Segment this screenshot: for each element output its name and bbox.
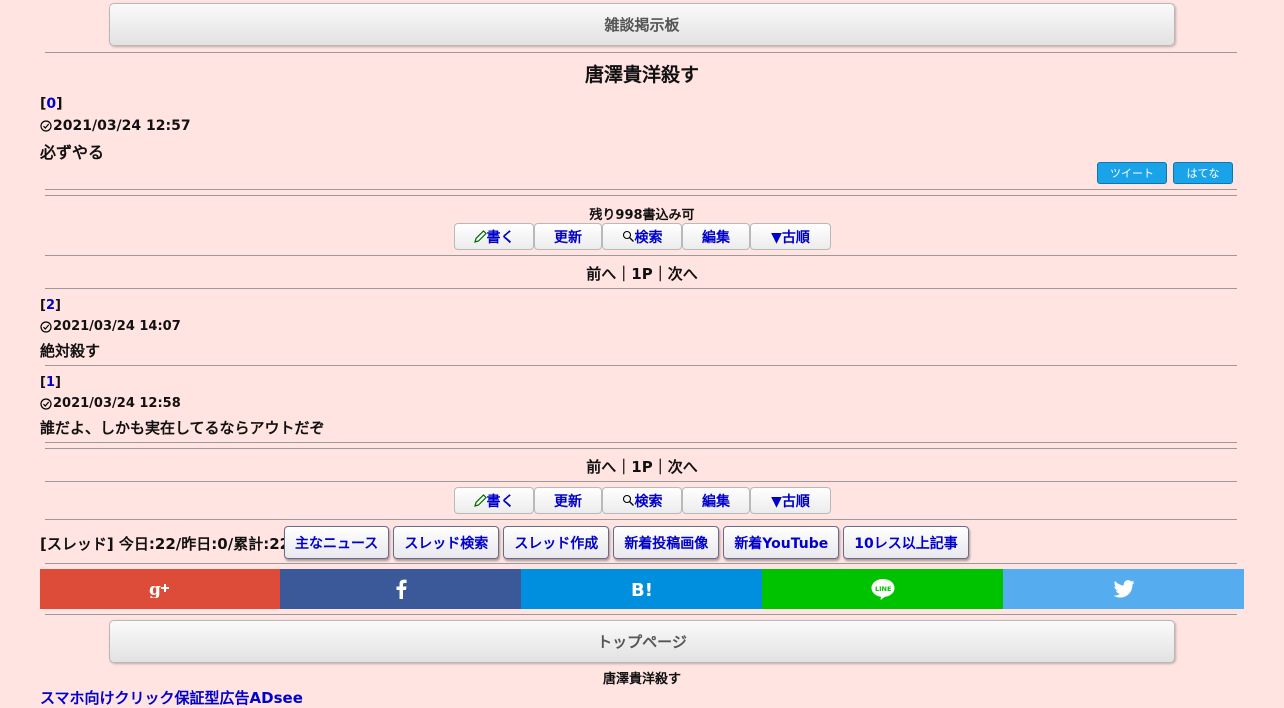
op-number-link[interactable]: 0	[46, 96, 56, 112]
new-images-button[interactable]: 新着投稿画像	[613, 526, 720, 559]
divider	[45, 614, 1237, 615]
divider	[45, 255, 1237, 256]
divider	[45, 288, 1237, 289]
write-button[interactable]: 書く	[454, 223, 534, 250]
write-button[interactable]: 書く	[454, 487, 534, 514]
divider	[45, 195, 1237, 196]
pencil-icon	[473, 494, 487, 507]
op-date-text: 2021/03/24 12:57	[53, 118, 191, 134]
pager-bottom[interactable]: 前へ｜1P｜次へ	[0, 456, 1284, 477]
top-page-label: トップページ	[597, 633, 687, 651]
create-thread-button[interactable]: スレッド作成	[503, 526, 610, 559]
divider	[45, 189, 1237, 190]
post-date: 2021/03/24 12:58	[40, 396, 181, 411]
nav-buttons: 主なニュース スレッド検索 スレッド作成 新着投稿画像 新着YouTube 10…	[284, 526, 973, 559]
main-news-button[interactable]: 主なニュース	[284, 526, 390, 559]
refresh-button[interactable]: 更新	[534, 223, 602, 250]
hatena-bookmark-icon: B!	[631, 580, 653, 599]
search-icon	[622, 230, 634, 242]
remaining-posts: 残り998書込み可	[589, 208, 695, 223]
hatena-bookmark-share-button[interactable]: B!	[521, 569, 762, 609]
clock-icon	[40, 320, 52, 333]
divider	[45, 481, 1237, 482]
line-share-button[interactable]: LINE	[762, 569, 1003, 609]
sort-order-button[interactable]: ▼古順	[750, 487, 831, 514]
facebook-share-button[interactable]	[280, 569, 521, 609]
edit-button[interactable]: 編集	[682, 223, 750, 250]
post-body: 絶対殺す	[40, 342, 101, 360]
footer-thread-title: 唐澤貴洋殺す	[602, 672, 681, 687]
post-number-link[interactable]: 1	[46, 375, 55, 390]
tweet-button[interactable]: ツイート	[1097, 162, 1167, 184]
board-header-button[interactable]: 雑談掲示板	[109, 3, 1175, 46]
facebook-icon	[396, 579, 407, 599]
thread-title: 唐澤貴洋殺す	[584, 64, 699, 86]
pager[interactable]: 前へ｜1P｜次へ	[0, 263, 1284, 284]
refresh-button[interactable]: 更新	[534, 487, 602, 514]
post-body: 誰だよ、しかも実在してるならアウトだぞ	[40, 419, 325, 437]
op-date: 2021/03/24 12:57	[40, 118, 191, 134]
pencil-icon	[473, 230, 487, 243]
search-icon	[622, 494, 634, 506]
divider	[45, 519, 1237, 520]
post-number-link[interactable]: 2	[46, 298, 55, 313]
post-number: [1]	[40, 375, 61, 390]
divider	[45, 365, 1237, 366]
popular-threads-button[interactable]: 10レス以上記事	[843, 526, 969, 559]
google-plus-share-button[interactable]: g	[40, 569, 280, 609]
op-body: 必ずやる	[40, 143, 105, 162]
post-toolbar: 書く 更新 検索 編集 ▼古順	[454, 223, 831, 250]
svg-text:LINE: LINE	[875, 585, 891, 593]
divider	[45, 442, 1237, 443]
google-plus-icon: g	[149, 580, 169, 598]
clock-icon	[40, 397, 52, 410]
twitter-share-button[interactable]	[1003, 569, 1244, 609]
divider	[45, 448, 1237, 449]
search-button[interactable]: 検索	[602, 223, 682, 250]
divider	[45, 52, 1237, 53]
board-header-label: 雑談掲示板	[604, 16, 680, 34]
thread-search-button[interactable]: スレッド検索	[393, 526, 500, 559]
divider	[45, 563, 1237, 564]
hatena-button[interactable]: はてな	[1173, 162, 1233, 184]
svg-text:g: g	[149, 580, 161, 598]
clock-icon	[40, 120, 52, 132]
sort-order-button[interactable]: ▼古順	[750, 223, 831, 250]
edit-button[interactable]: 編集	[682, 487, 750, 514]
search-button[interactable]: 検索	[602, 487, 682, 514]
svg-text:B!: B!	[631, 580, 653, 599]
post-toolbar-bottom: 書く 更新 検索 編集 ▼古順	[454, 487, 831, 514]
thread-stats: [スレッド] 今日:22/昨日:0/累計:22	[40, 535, 291, 553]
post-number: [2]	[40, 298, 61, 313]
top-page-button[interactable]: トップページ	[109, 620, 1175, 663]
line-icon: LINE	[871, 579, 894, 600]
post-date: 2021/03/24 14:07	[40, 319, 181, 334]
new-youtube-button[interactable]: 新着YouTube	[723, 526, 840, 559]
twitter-icon	[1113, 580, 1134, 598]
op-number: [0]	[40, 96, 63, 112]
